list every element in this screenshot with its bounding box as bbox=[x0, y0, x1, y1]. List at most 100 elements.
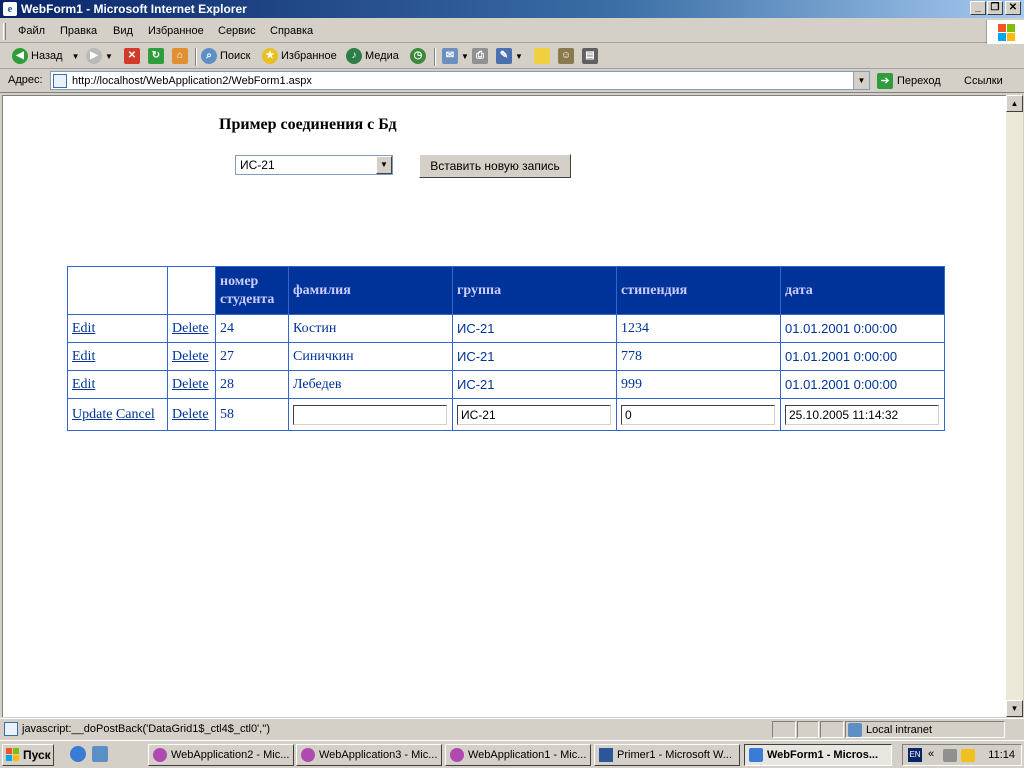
clock: 11:14 bbox=[988, 749, 1015, 761]
group-select-value: ИС-21 bbox=[240, 158, 275, 172]
stipend-input[interactable]: 0 bbox=[621, 404, 775, 425]
links-button[interactable]: Ссылки bbox=[964, 75, 1003, 87]
chevron-down-icon[interactable]: ▼ bbox=[853, 72, 869, 89]
forward-button[interactable]: ▶ ▼ bbox=[86, 48, 113, 65]
address-input[interactable]: http://localhost/WebApplication2/WebForm… bbox=[50, 71, 870, 90]
messenger-icon: ☺ bbox=[558, 48, 574, 65]
history-button[interactable]: ◷ bbox=[410, 48, 429, 65]
search-icon: ⌕ bbox=[201, 48, 217, 65]
task-webform1[interactable]: WebForm1 - Micros... bbox=[744, 744, 892, 766]
vs-icon bbox=[153, 748, 167, 762]
status-panel bbox=[772, 721, 796, 738]
cell-surname: Лебедев bbox=[288, 370, 453, 399]
start-button[interactable]: Пуск bbox=[2, 744, 54, 766]
date-input[interactable]: 25.10.2005 11:14:32 bbox=[785, 404, 939, 425]
delete-link[interactable]: Delete bbox=[172, 377, 209, 392]
menu-view[interactable]: Вид bbox=[113, 25, 133, 37]
language-indicator[interactable]: EN bbox=[908, 748, 922, 762]
system-tray: EN « 11:14 bbox=[902, 744, 1022, 766]
cell-date: 01.01.2001 0:00:00 bbox=[780, 314, 945, 343]
group-select[interactable]: ИС-21 ▼ bbox=[235, 155, 393, 175]
cell-group: ИС-21 bbox=[452, 342, 617, 371]
maximize-button[interactable]: ❐ bbox=[987, 1, 1003, 15]
edit-link[interactable]: Edit bbox=[72, 321, 95, 336]
menu-edit[interactable]: Правка bbox=[60, 25, 97, 37]
desktop-quicklaunch-icon[interactable] bbox=[92, 746, 108, 762]
menu-help[interactable]: Справка bbox=[270, 25, 313, 37]
task-primer1[interactable]: Primer1 - Microsoft W... bbox=[594, 744, 740, 766]
scroll-down-icon[interactable]: ▼ bbox=[1006, 700, 1023, 717]
back-button[interactable]: ◀ Назад ▼ bbox=[12, 48, 80, 65]
window-title: WebForm1 - Microsoft Internet Explorer bbox=[21, 2, 247, 16]
toolbar-separator bbox=[195, 48, 197, 66]
menu-favorites[interactable]: Избранное bbox=[148, 25, 204, 37]
chevron-down-icon[interactable]: ▼ bbox=[376, 156, 392, 174]
surname-input[interactable] bbox=[293, 404, 447, 425]
print-button[interactable]: ⎙ bbox=[472, 48, 491, 65]
refresh-icon: ↻ bbox=[148, 48, 164, 65]
vertical-scrollbar[interactable]: ▲ ▼ bbox=[1006, 95, 1023, 717]
insert-record-button[interactable]: Вставить новую запись bbox=[419, 154, 571, 178]
stop-button[interactable]: ✕ bbox=[124, 48, 143, 65]
menu-tools[interactable]: Сервис bbox=[218, 25, 256, 37]
task-label: WebApplication1 - Mic... bbox=[468, 749, 587, 761]
menu-file[interactable]: Файл bbox=[18, 25, 45, 37]
ie-icon bbox=[749, 748, 763, 762]
word-icon bbox=[599, 748, 613, 762]
research-button[interactable]: ▤ bbox=[582, 48, 601, 65]
discuss-button[interactable] bbox=[534, 48, 553, 65]
chevron-down-icon: ▼ bbox=[515, 52, 523, 61]
home-icon: ⌂ bbox=[172, 48, 188, 65]
go-arrow-icon: ➔ bbox=[877, 73, 893, 90]
task-webapplication1[interactable]: WebApplication1 - Mic... bbox=[445, 744, 591, 766]
minimize-button[interactable]: _ bbox=[970, 1, 986, 15]
edit-page-icon: ✎ bbox=[496, 48, 512, 65]
grid-header-blank bbox=[167, 266, 216, 315]
note-icon bbox=[534, 48, 550, 65]
taskbar: Пуск WebApplication2 - Mic... WebApplica… bbox=[0, 740, 1024, 768]
warning-icon[interactable] bbox=[961, 749, 975, 762]
delete-link[interactable]: Delete bbox=[172, 349, 209, 364]
table-row: Edit Delete 27 Синичкин ИС-21 778 01.01.… bbox=[67, 342, 945, 371]
messenger-button[interactable]: ☺ bbox=[558, 48, 577, 65]
windows-flag-icon bbox=[6, 748, 19, 761]
cell-id: 28 bbox=[215, 370, 289, 399]
chevron-down-icon: ▼ bbox=[461, 52, 469, 61]
search-label: Поиск bbox=[220, 50, 251, 62]
search-button[interactable]: ⌕ Поиск bbox=[201, 48, 250, 65]
menu-bar: Файл Правка Вид Избранное Сервис Справка bbox=[0, 20, 1024, 43]
back-label: Назад bbox=[31, 50, 63, 62]
favorites-button[interactable]: ★ Избранное bbox=[262, 48, 337, 65]
go-button[interactable]: ➔ Переход bbox=[877, 72, 941, 90]
address-label: Адрес: bbox=[8, 74, 43, 86]
start-label: Пуск bbox=[23, 748, 51, 762]
cell-id: 58 bbox=[215, 398, 289, 431]
scroll-up-icon[interactable]: ▲ bbox=[1006, 95, 1023, 112]
refresh-button[interactable]: ↻ bbox=[148, 48, 167, 65]
star-icon: ★ bbox=[262, 48, 278, 65]
edit-button[interactable]: ✎ ▼ bbox=[496, 48, 523, 65]
edit-link[interactable]: Edit bbox=[72, 377, 95, 392]
close-button[interactable]: ✕ bbox=[1005, 1, 1021, 15]
edit-link[interactable]: Edit bbox=[72, 349, 95, 364]
delete-link[interactable]: Delete bbox=[172, 407, 209, 422]
update-link[interactable]: Update bbox=[72, 407, 112, 422]
media-button[interactable]: ♪ Медиа bbox=[346, 48, 399, 65]
network-icon[interactable] bbox=[943, 749, 957, 762]
ie-quicklaunch-icon[interactable] bbox=[70, 746, 86, 762]
cell-date: 01.01.2001 0:00:00 bbox=[780, 370, 945, 399]
tray-expand-icon[interactable]: « bbox=[928, 748, 934, 760]
mail-button[interactable]: ✉ ▼ bbox=[442, 48, 469, 65]
cancel-link[interactable]: Cancel bbox=[116, 407, 155, 422]
delete-link[interactable]: Delete bbox=[172, 321, 209, 336]
task-webapplication2[interactable]: WebApplication2 - Mic... bbox=[148, 744, 294, 766]
forward-arrow-icon: ▶ bbox=[86, 48, 102, 65]
home-button[interactable]: ⌂ bbox=[172, 48, 191, 65]
grid-header-row: номер студента фамилия группа стипендия … bbox=[67, 266, 945, 315]
media-icon: ♪ bbox=[346, 48, 362, 65]
group-input[interactable]: ИС-21 bbox=[457, 404, 611, 425]
task-webapplication3[interactable]: WebApplication3 - Mic... bbox=[296, 744, 442, 766]
chevron-down-icon: ▼ bbox=[105, 52, 113, 61]
data-grid: номер студента фамилия группа стипендия … bbox=[67, 266, 945, 431]
edit-row: Update Cancel Delete 58 ИС-21 0 25.10.20… bbox=[67, 398, 945, 431]
